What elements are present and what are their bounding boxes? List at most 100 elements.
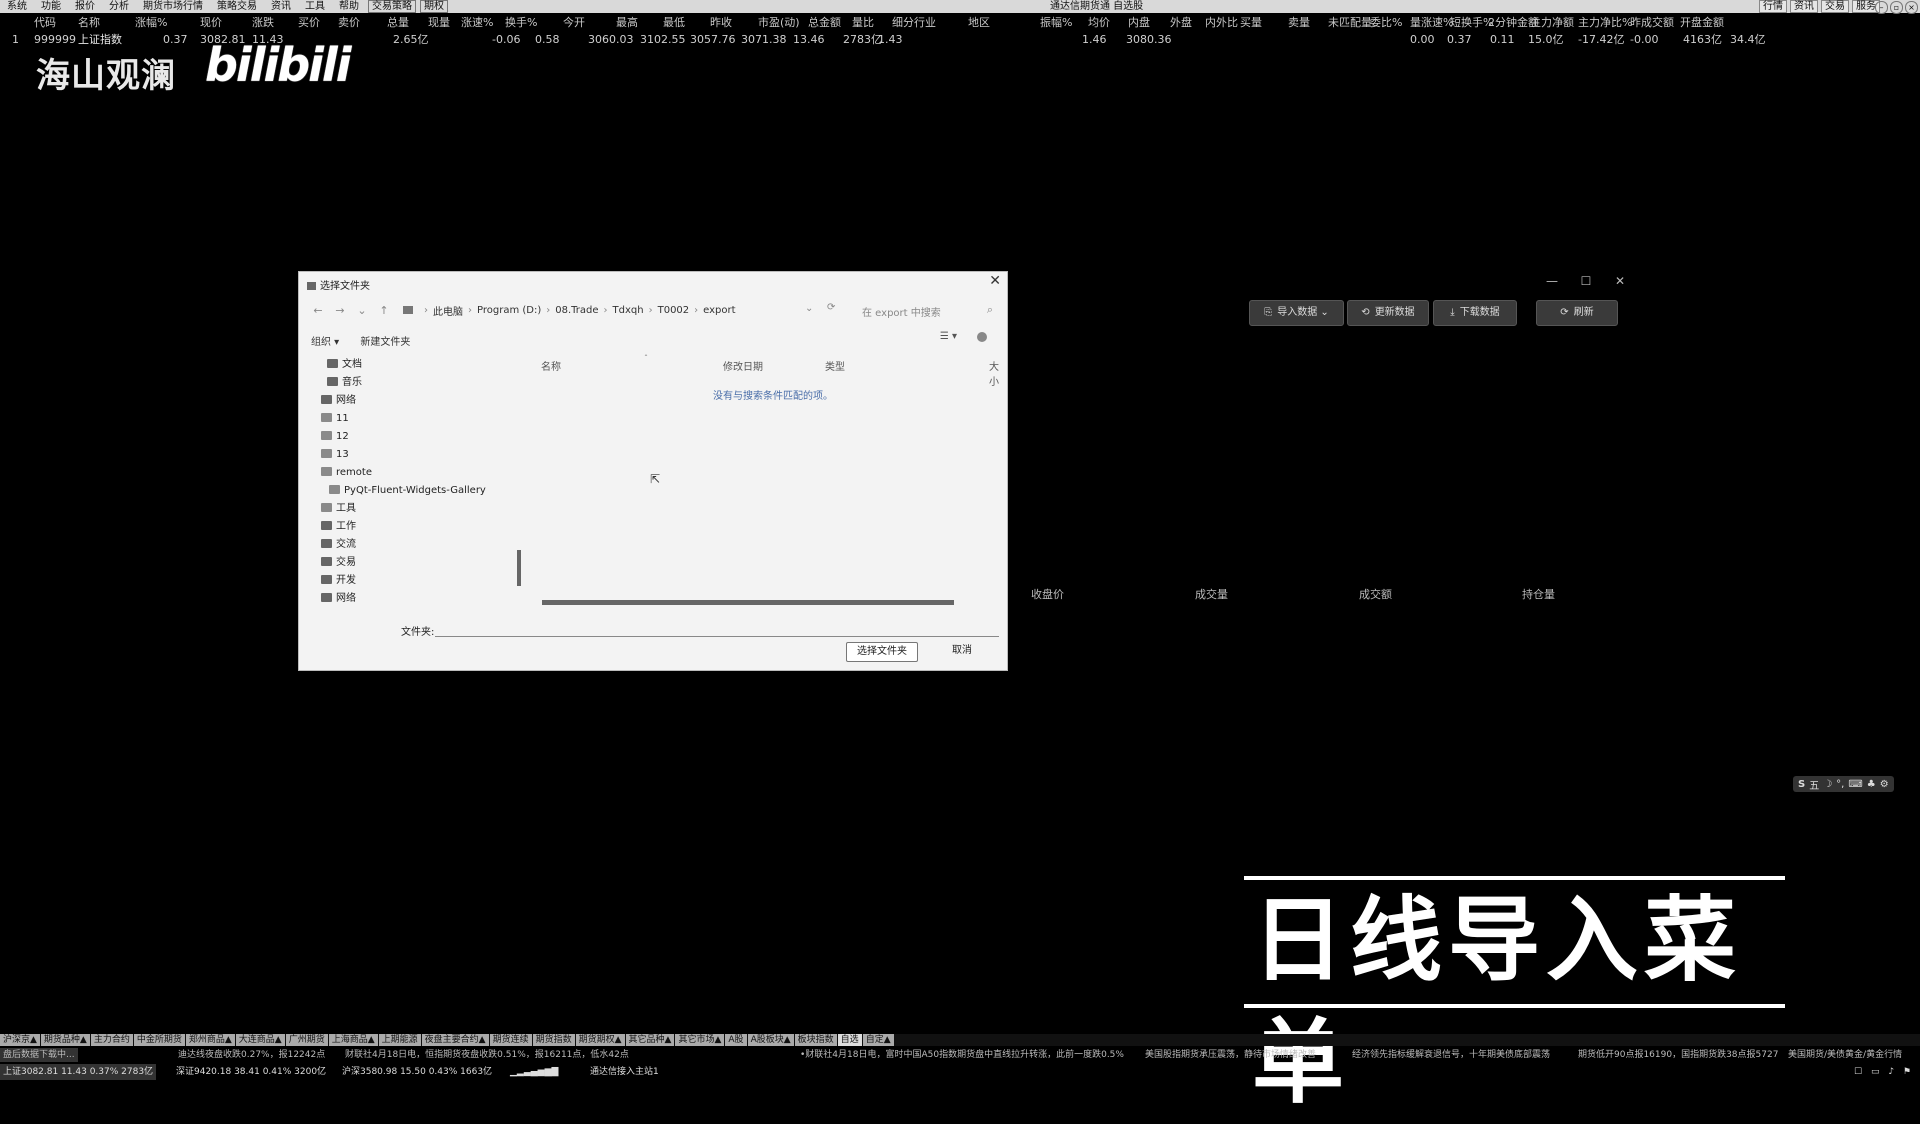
status-index-sz[interactable]: 深证9420.18 38.41 0.41% 3200亿 bbox=[176, 1064, 326, 1080]
column-header[interactable]: 地区 bbox=[968, 15, 990, 31]
column-header[interactable]: 今开 bbox=[563, 15, 585, 31]
column-header[interactable]: 量比 bbox=[852, 15, 874, 31]
tab-market[interactable]: A股 bbox=[725, 1034, 747, 1046]
tab-market[interactable]: 自定▲ bbox=[862, 1034, 894, 1046]
column-header[interactable]: 主力净额 bbox=[1530, 15, 1574, 31]
column-header[interactable]: 昨成交额 bbox=[1630, 15, 1674, 31]
update-data-button[interactable]: ⟲ 更新数据 bbox=[1347, 300, 1429, 326]
breadcrumb-item[interactable]: 此电脑 bbox=[433, 303, 463, 318]
column-header[interactable]: 开盘金额 bbox=[1680, 15, 1724, 31]
column-header[interactable]: 卖量 bbox=[1288, 15, 1310, 31]
menu-item-analysis[interactable]: 分析 bbox=[102, 0, 136, 13]
column-header[interactable]: 未匹配量 bbox=[1328, 15, 1372, 31]
breadcrumb-item[interactable]: export bbox=[703, 305, 735, 316]
column-header[interactable]: 最高 bbox=[616, 15, 638, 31]
dialog-close-icon[interactable]: ✕ bbox=[989, 273, 1001, 289]
menu-item-futures-market[interactable]: 期货市场行情 bbox=[136, 0, 210, 13]
tab-market[interactable]: 期货品种▲ bbox=[40, 1034, 90, 1046]
column-header[interactable]: 涨跌 bbox=[252, 15, 274, 31]
breadcrumb[interactable]: › 此电脑 › Program (D:) › 08.Trade › Tdxqh › T0… bbox=[403, 303, 736, 318]
tree-item-develop[interactable]: 开发 bbox=[321, 572, 481, 590]
tab-market[interactable]: 其它市场▲ bbox=[675, 1034, 725, 1046]
news-item[interactable]: 财联社4月18日电，恒指期货夜盘收跌0.51%，报16211点，低水42点 bbox=[345, 1048, 629, 1062]
tab-market[interactable]: 上期能源 bbox=[378, 1034, 421, 1046]
tree-item-music[interactable]: 音乐 bbox=[321, 374, 481, 392]
tab-market[interactable]: 广州期货 bbox=[285, 1034, 328, 1046]
tree-item-work[interactable]: 工作 bbox=[321, 518, 481, 536]
news-item[interactable]: 迪达线夜盘收跌0.27%，报12242点 bbox=[178, 1048, 325, 1062]
tree-scrollbar[interactable] bbox=[517, 550, 521, 586]
tree-item-network[interactable]: 网络 bbox=[321, 392, 481, 410]
tree-item-tools[interactable]: 工具 bbox=[321, 500, 481, 518]
column-header[interactable]: 涨速% bbox=[461, 15, 493, 31]
punctuation-icon[interactable]: °, bbox=[1836, 779, 1844, 790]
news-item[interactable]: 美国期货/美债黄金/黄金行情 bbox=[1788, 1048, 1902, 1062]
sogou-icon[interactable]: S bbox=[1798, 779, 1805, 790]
connection-status[interactable]: 通达信接入主站1 bbox=[590, 1064, 659, 1080]
cancel-button[interactable]: 取消 bbox=[937, 642, 987, 660]
column-header[interactable]: 内盘 bbox=[1128, 15, 1150, 31]
tab-market[interactable]: 上海商品▲ bbox=[328, 1034, 378, 1046]
column-header[interactable]: 名称 bbox=[78, 15, 100, 31]
news-item[interactable]: 经济领先指标缓解衰退信号，十年期美债底部震荡 bbox=[1352, 1048, 1550, 1062]
tab-market[interactable]: 自选 bbox=[837, 1034, 862, 1046]
restore-icon[interactable]: ▫ bbox=[1890, 1, 1903, 14]
menubar-quote-button[interactable]: 行情 bbox=[1759, 0, 1787, 13]
tab-market[interactable]: 其它品种▲ bbox=[625, 1034, 675, 1046]
status-index-hs[interactable]: 沪深3580.98 15.50 0.43% 1663亿 bbox=[342, 1064, 492, 1080]
tree-item-11[interactable]: 11 bbox=[321, 410, 481, 428]
tree-item-pyqt-gallery[interactable]: PyQt-Fluent-Widgets-Gallery bbox=[321, 482, 486, 500]
column-header[interactable]: 昨收 bbox=[710, 15, 732, 31]
column-header[interactable]: 内外比 bbox=[1205, 15, 1238, 31]
settings-icon[interactable]: ⚙ bbox=[1880, 779, 1889, 790]
tab-market[interactable]: 主力合约 bbox=[90, 1034, 133, 1046]
search-input[interactable]: 在 export 中搜索 ⌕ bbox=[862, 303, 997, 319]
column-header[interactable]: 总量 bbox=[387, 15, 409, 31]
tab-market[interactable]: 中金所期货 bbox=[133, 1034, 185, 1046]
breadcrumb-item[interactable]: Tdxqh bbox=[613, 305, 644, 316]
view-options-icon[interactable]: ☰ ▾ bbox=[940, 331, 957, 342]
keyboard-icon[interactable]: ⌨ bbox=[1848, 779, 1862, 790]
menubar-news-button[interactable]: 资讯 bbox=[1790, 0, 1818, 13]
download-data-button[interactable]: ⤓ 下载数据 bbox=[1433, 300, 1517, 326]
ime-toolbar[interactable]: S 五 ☽ °, ⌨ ♣ ⚙ bbox=[1793, 776, 1894, 792]
menu-item-quote[interactable]: 报价 bbox=[68, 0, 102, 13]
up-icon[interactable]: ↑ bbox=[373, 304, 395, 317]
column-header[interactable]: 买量 bbox=[1240, 15, 1262, 31]
news-item[interactable]: •财联社4月18日电，富时中国A50指数期货盘中直线拉升转涨，此前一度跌0.5% bbox=[800, 1048, 1124, 1062]
column-header-size[interactable]: 大小 bbox=[989, 358, 1007, 388]
column-header[interactable]: 现价 bbox=[200, 15, 222, 31]
menu-item-tools[interactable]: 工具 bbox=[298, 0, 332, 13]
recent-locations-icon[interactable]: ⌄ bbox=[351, 304, 373, 317]
refresh-address-icon[interactable]: ⟳ bbox=[827, 302, 835, 313]
minimize-icon[interactable]: – bbox=[1875, 1, 1888, 14]
breadcrumb-item[interactable]: 08.Trade bbox=[555, 305, 598, 316]
tab-market[interactable]: 夜盘主要合约▲ bbox=[421, 1034, 489, 1046]
select-folder-button[interactable]: 选择文件夹 bbox=[846, 642, 918, 662]
column-header[interactable]: 涨幅% bbox=[135, 15, 167, 31]
column-header[interactable]: 振幅% bbox=[1040, 15, 1072, 31]
menu-item-news[interactable]: 资讯 bbox=[264, 0, 298, 13]
import-data-button[interactable]: ⎘ 导入数据 ⌄ bbox=[1249, 300, 1344, 326]
ime-mode-label[interactable]: 五 bbox=[1809, 777, 1819, 792]
news-item[interactable]: 美国股指期货承压震荡，静待市场情绪改善 bbox=[1145, 1048, 1316, 1062]
tab-market[interactable]: 板块指数 bbox=[794, 1034, 837, 1046]
column-header[interactable]: 外盘 bbox=[1170, 15, 1192, 31]
column-header[interactable]: 最低 bbox=[663, 15, 685, 31]
column-header[interactable]: 现量 bbox=[428, 15, 450, 31]
tree-item-documents[interactable]: 文档 bbox=[321, 356, 481, 374]
column-header[interactable]: 市盈(动) bbox=[758, 15, 800, 31]
menu-item-help[interactable]: 帮助 bbox=[332, 0, 366, 13]
forward-icon[interactable]: → bbox=[329, 304, 351, 317]
back-icon[interactable]: ← bbox=[307, 304, 329, 317]
tree-item-12[interactable]: 12 bbox=[321, 428, 481, 446]
column-header[interactable]: 短换手% bbox=[1450, 15, 1493, 31]
column-header[interactable]: 总金额 bbox=[808, 15, 841, 31]
column-header[interactable]: 量涨速% bbox=[1410, 15, 1453, 31]
menu-item-options[interactable]: 期权 bbox=[420, 0, 448, 13]
breadcrumb-item[interactable]: T0002 bbox=[658, 305, 690, 316]
new-folder-button[interactable]: 新建文件夹 bbox=[360, 337, 410, 348]
refresh-button[interactable]: ⟳ 刷新 bbox=[1536, 300, 1618, 326]
column-header[interactable]: 买价 bbox=[298, 15, 320, 31]
panel-minimize-icon[interactable]: — bbox=[1535, 274, 1569, 288]
